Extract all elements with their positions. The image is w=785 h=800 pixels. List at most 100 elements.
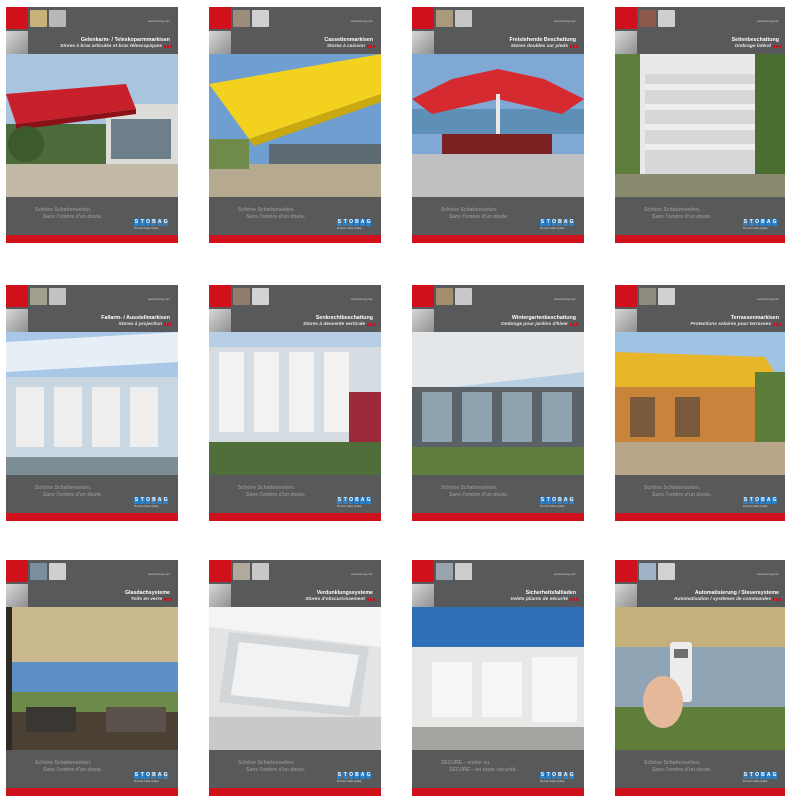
- bottom-red-bar: [412, 235, 584, 243]
- thumbnail-strip: [639, 288, 675, 306]
- red-square: [209, 7, 231, 29]
- product-photo: [615, 54, 785, 197]
- bottom-red-bar: [412, 513, 584, 521]
- bottom-red-bar: [615, 235, 785, 243]
- thumbnail: [658, 10, 675, 27]
- website-url: www.storag.com: [553, 19, 576, 23]
- brochure-title: Gelenkarm- / Teleskoparmmarkisen: [80, 37, 170, 43]
- website-url: www.storag.com: [756, 19, 779, 23]
- thumbnail: [252, 10, 269, 27]
- brochure-subtitle: Ombrage latéral: [734, 44, 771, 49]
- red-dots: [570, 598, 578, 601]
- brochure-card-8[interactable]: www.storag.com Terrassenmarkisen Protect…: [615, 285, 785, 521]
- storag-logo: STOBAG Premium Swiss Quality: [134, 772, 168, 783]
- thumbnail-strip: [233, 288, 269, 306]
- storag-logo: STOBAG Premium Swiss Quality: [134, 219, 168, 230]
- brochure-card-1[interactable]: www.storag.com Gelenkarm- / Teleskoparmm…: [6, 7, 178, 243]
- product-photo: [209, 332, 381, 475]
- thumbnail: [252, 563, 269, 580]
- brochure-title: Cassettenmarkisen: [324, 37, 373, 43]
- product-photo: [6, 332, 178, 475]
- thumbnail: [639, 563, 656, 580]
- bottom-red-bar: [6, 788, 178, 796]
- thumbnail: [49, 563, 66, 580]
- brochure-card-11[interactable]: www.storag.com Sicherheitsfaltladen Vole…: [412, 560, 584, 796]
- slogan-line-1: Schöne Schattenseiten.: [441, 207, 498, 213]
- red-dots: [570, 45, 578, 48]
- red-square: [412, 285, 434, 307]
- red-square: [6, 7, 28, 29]
- product-photo: [615, 607, 785, 750]
- bottom-red-bar: [615, 788, 785, 796]
- thumbnail: [30, 563, 47, 580]
- brochure-card-5[interactable]: www.storag.com Fallarm- / Ausstellmarkis…: [6, 285, 178, 521]
- brochure-title: Sicherheitsfaltladen: [525, 590, 576, 596]
- brochure-subtitle: Stores doubles sur pieds: [510, 44, 568, 49]
- slogan-line-1: Schöne Schattenseiten.: [238, 760, 295, 766]
- bottom-red-bar: [412, 788, 584, 796]
- website-url: www.storag.com: [756, 572, 779, 576]
- brochure-card-10[interactable]: www.storag.com Verdunklungssysteme Store…: [209, 560, 381, 796]
- website-url: www.storag.com: [147, 19, 170, 23]
- storag-logo: STOBAG Premium Swiss Quality: [743, 219, 777, 230]
- product-photo: [209, 54, 381, 197]
- red-square: [209, 560, 231, 582]
- storag-logo: STOBAG Premium Swiss Quality: [337, 497, 371, 508]
- brochure-title: Glasdachsysteme: [124, 590, 170, 596]
- brochure-grid: www.storag.com Gelenkarm- / Teleskoparmm…: [0, 0, 785, 800]
- brochure-title: Terrassenmarkisen: [730, 315, 779, 321]
- brochure-subtitle: Volets pliants de sécurité: [510, 597, 568, 602]
- thumbnail: [455, 563, 472, 580]
- red-square: [615, 285, 637, 307]
- thumbnail: [233, 10, 250, 27]
- thumbnail: [49, 10, 66, 27]
- thumbnail-strip: [30, 288, 66, 306]
- website-url: www.storag.com: [553, 572, 576, 576]
- red-square: [209, 285, 231, 307]
- website-url: www.storag.com: [350, 572, 373, 576]
- red-square: [412, 7, 434, 29]
- website-url: www.storag.com: [756, 297, 779, 301]
- slogan-line-1: Schöne Schattenseiten.: [644, 207, 701, 213]
- red-square: [6, 560, 28, 582]
- thumbnail: [30, 288, 47, 305]
- slogan-line-1: SECURE – sicher zu.: [441, 760, 491, 766]
- brochure-subtitle: Automatisation / systèmes de commandes: [673, 597, 771, 602]
- bottom-red-bar: [209, 788, 381, 796]
- thumbnail-strip: [639, 10, 675, 28]
- slogan-line-2: Sans l'ombre d'un doute.: [652, 767, 712, 773]
- product-photo: [209, 607, 381, 750]
- brochure-subtitle: Protections solaires pour terrasses: [690, 322, 771, 327]
- product-photo: [412, 607, 584, 750]
- brochure-subtitle: Stores d'obscurcissement: [305, 597, 365, 602]
- brochure-subtitle: Stores à projection: [118, 322, 162, 327]
- slogan-line-1: Schöne Schattenseiten.: [35, 760, 92, 766]
- brochure-card-4[interactable]: www.storag.com Seitenbeschattung Ombrage…: [615, 7, 785, 243]
- red-dots: [773, 45, 781, 48]
- brochure-card-7[interactable]: www.storag.com Wintergartenbeschattung O…: [412, 285, 584, 521]
- thumbnail: [49, 288, 66, 305]
- thumbnail-strip: [436, 10, 472, 28]
- thumbnail: [455, 288, 472, 305]
- brochure-subtitle: Stores à bras articulés et bras télescop…: [60, 44, 162, 49]
- brochure-title: Automatisierung / Steuersysteme: [694, 590, 779, 596]
- slogan-line-2: Sans l'ombre d'un doute.: [246, 492, 306, 498]
- slogan-line-2: SECURE – en toute sécurité.: [449, 767, 517, 773]
- red-square: [412, 560, 434, 582]
- bottom-red-bar: [6, 513, 178, 521]
- thumbnail-strip: [233, 563, 269, 581]
- storag-logo: STOBAG Premium Swiss Quality: [337, 219, 371, 230]
- storag-logo: STOBAG Premium Swiss Quality: [540, 772, 574, 783]
- thumbnail-strip: [436, 288, 472, 306]
- red-square: [6, 285, 28, 307]
- bottom-red-bar: [615, 513, 785, 521]
- brochure-card-2[interactable]: www.storag.com Cassettenmarkisen Stores …: [209, 7, 381, 243]
- brochure-subtitle: Stores à caisson: [326, 44, 365, 49]
- brochure-card-6[interactable]: www.storag.com Senkrechtbeschattung Stor…: [209, 285, 381, 521]
- brochure-card-3[interactable]: www.storag.com Freistehende Beschattung …: [412, 7, 584, 243]
- brochure-title: Senkrechtbeschattung: [315, 315, 373, 321]
- brochure-card-12[interactable]: www.storag.com Automatisierung / Steuers…: [615, 560, 785, 796]
- brochure-card-9[interactable]: www.storag.com Glasdachsysteme Toits en …: [6, 560, 178, 796]
- red-dots: [367, 598, 375, 601]
- thumbnail-strip: [30, 10, 66, 28]
